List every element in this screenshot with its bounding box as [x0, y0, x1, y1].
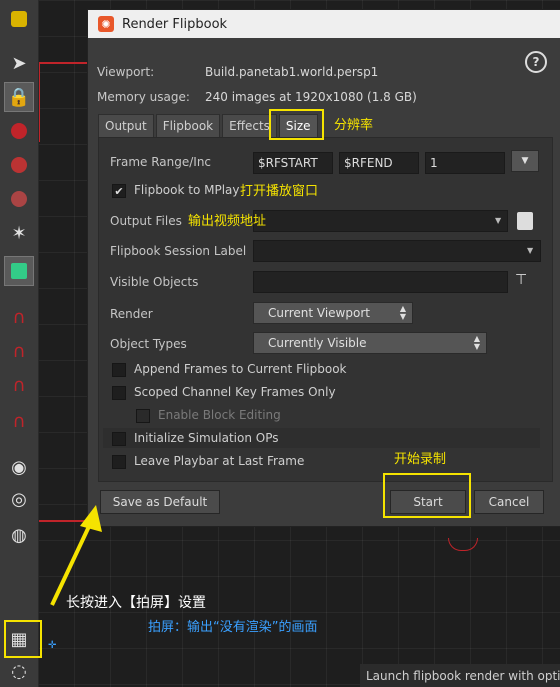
init-sim-checkbox[interactable] [112, 432, 126, 446]
visible-objects-label: Visible Objects [110, 275, 199, 289]
transform-icon[interactable] [4, 116, 34, 146]
output-path-annotation: 输出视频地址 [188, 214, 267, 229]
updown-arrow-icon: ▲ ▼ [473, 334, 480, 351]
red-handle-shape [448, 538, 478, 551]
chevron-down-icon: ▼ [521, 156, 529, 166]
magnet-icon-4[interactable]: ∩ [4, 406, 34, 436]
memory-value: 240 images at 1920x1080 (1.8 GB) [205, 90, 417, 104]
render-flipbook-dialog: ✺ Render Flipbook ? Viewport: Build.pane… [87, 9, 560, 527]
render-lamp-icon[interactable]: ◍ [4, 520, 34, 550]
render-dropdown-value: Current Viewport [268, 306, 370, 320]
dialog-titlebar: ✺ Render Flipbook [88, 10, 560, 38]
output-files-field[interactable] [253, 210, 508, 232]
magnet-icon[interactable]: ∩ [4, 302, 34, 332]
chevron-down-icon[interactable]: ▼ [527, 246, 533, 255]
render-icon[interactable]: ◌ [4, 656, 34, 686]
axis-gizmo-icon: ✛ [48, 640, 57, 651]
frame-range-label: Frame Range/Inc [110, 155, 212, 169]
viewport-label: Viewport: [97, 65, 155, 79]
memory-label: Memory usage: [97, 90, 190, 104]
render-dropdown[interactable]: Current Viewport ▲ ▼ [253, 302, 413, 324]
status-tooltip: Launch flipbook render with options [360, 664, 560, 687]
settings-panel: Frame Range/Inc $RFSTART $RFEND 1 ▼ ✔ Fl… [98, 137, 553, 482]
object-chooser-icon[interactable]: ⊤ [515, 272, 537, 292]
scale-icon[interactable] [4, 184, 34, 214]
object-types-label: Object Types [110, 337, 187, 351]
render-label: Render [110, 307, 153, 321]
leave-playbar-checkbox[interactable] [112, 455, 126, 469]
resolution-annotation: 分辨率 [334, 118, 374, 133]
handle-icon[interactable] [4, 256, 34, 286]
scoped-channel-checkbox[interactable] [112, 386, 126, 400]
magnet-icon-2[interactable]: ∩ [4, 336, 34, 366]
houdini-logo-icon: ✺ [98, 16, 114, 32]
tab-flipbook[interactable]: Flipbook [155, 114, 221, 137]
visible-objects-field[interactable] [253, 271, 508, 293]
frame-end-field[interactable]: $RFEND [339, 152, 419, 174]
lock-icon[interactable]: 🔒 [4, 82, 34, 112]
append-frames-checkbox[interactable] [112, 363, 126, 377]
frame-range-menu-button[interactable]: ▼ [511, 150, 539, 172]
camera-icon[interactable]: ◉ [4, 452, 34, 482]
save-default-button[interactable]: Save as Default [100, 490, 220, 514]
scoped-channel-label: Scoped Channel Key Frames Only [134, 385, 336, 399]
shelf-icon[interactable] [4, 4, 34, 34]
help-icon[interactable]: ? [525, 51, 547, 73]
dialog-title: Render Flipbook [122, 16, 228, 32]
append-frames-label: Append Frames to Current Flipbook [134, 362, 347, 376]
size-tab-highlight [269, 109, 324, 140]
file-browse-icon[interactable] [517, 212, 533, 230]
snapshot-icon[interactable]: ◎ [4, 484, 34, 514]
enable-block-label: Enable Block Editing [158, 408, 281, 422]
long-press-annotation: 长按进入【拍屏】设置 [66, 595, 206, 611]
updown-arrow-icon: ▲ ▼ [399, 304, 406, 321]
tab-output[interactable]: Output [98, 114, 154, 137]
init-sim-label: Initialize Simulation OPs [134, 431, 279, 445]
enable-block-checkbox [136, 409, 150, 423]
start-record-annotation: 开始录制 [394, 452, 447, 467]
pose-icon[interactable]: ✶ [4, 218, 34, 248]
flipbook-mplay-label: Flipbook to MPlay [134, 183, 240, 197]
session-label: Flipbook Session Label [110, 244, 247, 258]
explain-annotation: 拍屏：输出“没有渲染”的画面 [148, 620, 318, 635]
cancel-button[interactable]: Cancel [474, 490, 544, 514]
flipbook-icon-highlight [4, 620, 42, 658]
frame-start-field[interactable]: $RFSTART [253, 152, 333, 174]
viewport-value: Build.panetab1.world.persp1 [205, 65, 379, 79]
left-toolbar: ➤ 🔒 ✶ ∩ ∩ ∩ ∩ ◉ ◎ ◍ ▦ ◌ [0, 0, 39, 687]
session-label-field[interactable] [253, 240, 541, 262]
open-window-annotation: 打开播放窗口 [240, 184, 319, 199]
leave-playbar-label: Leave Playbar at Last Frame [134, 454, 305, 468]
object-types-value: Currently Visible [268, 336, 367, 350]
select-arrow-icon[interactable]: ➤ [4, 48, 34, 78]
object-types-dropdown[interactable]: Currently Visible ▲ ▼ [253, 332, 487, 354]
frame-inc-field[interactable]: 1 [425, 152, 505, 174]
rotate-icon[interactable] [4, 150, 34, 180]
output-files-label: Output Files [110, 214, 182, 228]
magnet-icon-3[interactable]: ∩ [4, 370, 34, 400]
chevron-down-icon[interactable]: ▼ [495, 216, 501, 225]
start-button-highlight [383, 473, 471, 518]
flipbook-mplay-checkbox[interactable]: ✔ [112, 184, 126, 198]
